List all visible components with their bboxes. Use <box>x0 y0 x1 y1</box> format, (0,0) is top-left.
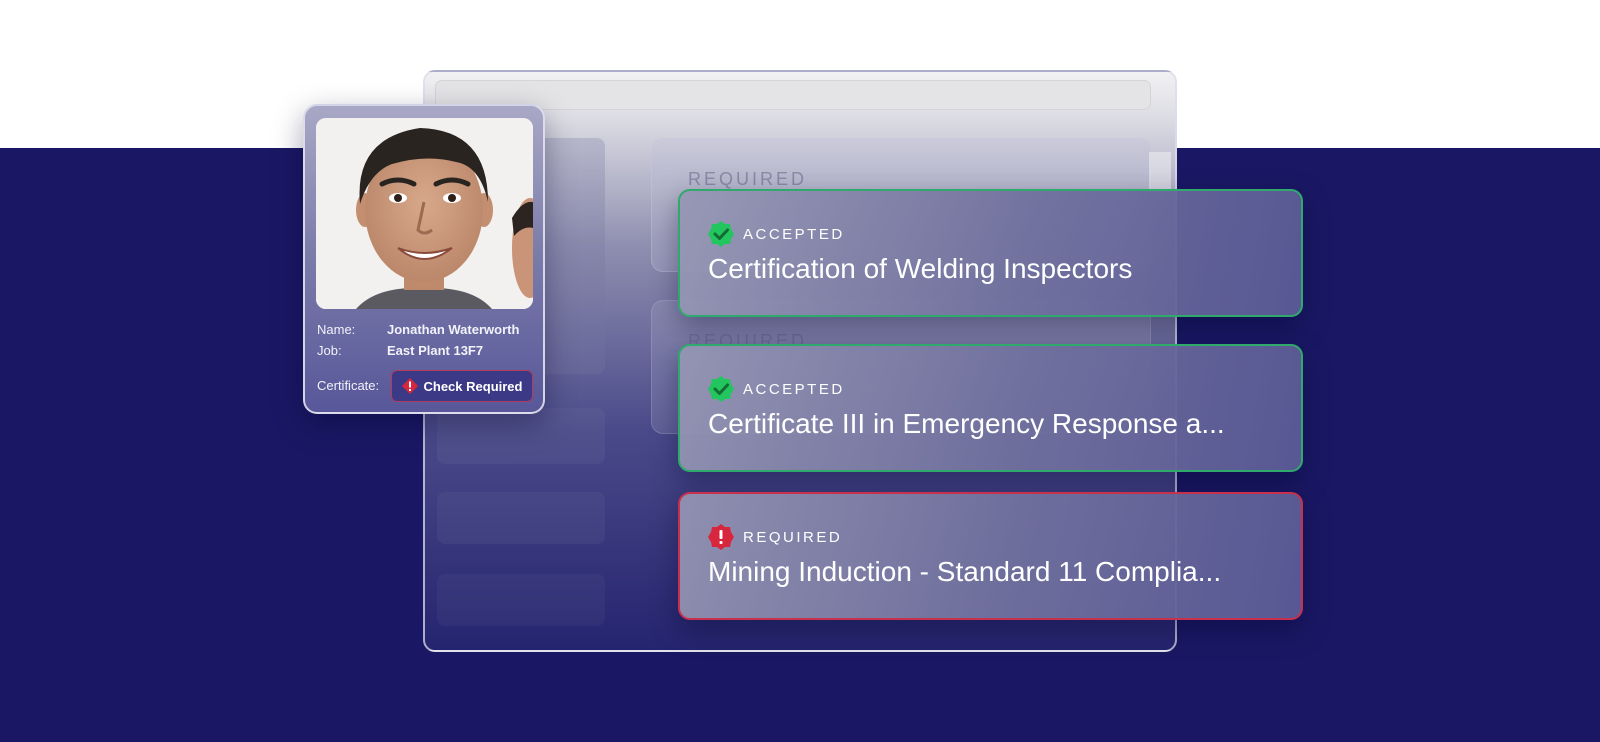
check-required-button[interactable]: Check Required <box>391 370 533 402</box>
certificate-title: Mining Induction - Standard 11 Complia..… <box>708 556 1222 587</box>
background-panel-label: REQUIRED <box>688 169 808 189</box>
background-top-bar <box>435 80 1151 110</box>
certificate-title: Certificate III in Emergency Response a.… <box>708 408 1225 439</box>
job-value: East Plant 13F7 <box>387 343 484 358</box>
worker-profile-card: Name: Jonathan Waterworth Job: East Plan… <box>303 104 545 414</box>
worker-photo <box>316 118 533 309</box>
background-scrollbar <box>1149 152 1171 192</box>
status-label: ACCEPTED <box>743 225 845 243</box>
warning-badge-icon <box>708 524 734 550</box>
certificate-card[interactable]: ACCEPTED Certification of Welding Inspec… <box>678 189 1303 317</box>
status-header: ACCEPTED <box>708 221 845 247</box>
status-label: ACCEPTED <box>743 380 845 398</box>
status-label: REQUIRED <box>743 528 843 546</box>
certificate-label: Certificate: <box>317 378 380 393</box>
certificate-card[interactable]: ACCEPTED Certificate III in Emergency Re… <box>678 344 1303 472</box>
check-badge-icon <box>708 376 734 402</box>
certificate-title: Certification of Welding Inspectors <box>708 253 1133 284</box>
job-label: Job: <box>317 343 342 358</box>
background-sidebar-block <box>437 574 605 626</box>
background-sidebar-block <box>437 492 605 544</box>
status-header: ACCEPTED <box>708 376 845 402</box>
check-badge-icon <box>708 221 734 247</box>
portrait-image <box>316 118 533 309</box>
certificate-card[interactable]: REQUIRED Mining Induction - Standard 11 … <box>678 492 1303 620</box>
background-sidebar-block <box>437 408 605 464</box>
status-header: REQUIRED <box>708 524 842 550</box>
required-warning-icon <box>401 378 418 394</box>
check-required-label: Check Required <box>423 378 523 394</box>
name-value: Jonathan Waterworth <box>387 322 520 337</box>
name-label: Name: <box>317 322 356 337</box>
